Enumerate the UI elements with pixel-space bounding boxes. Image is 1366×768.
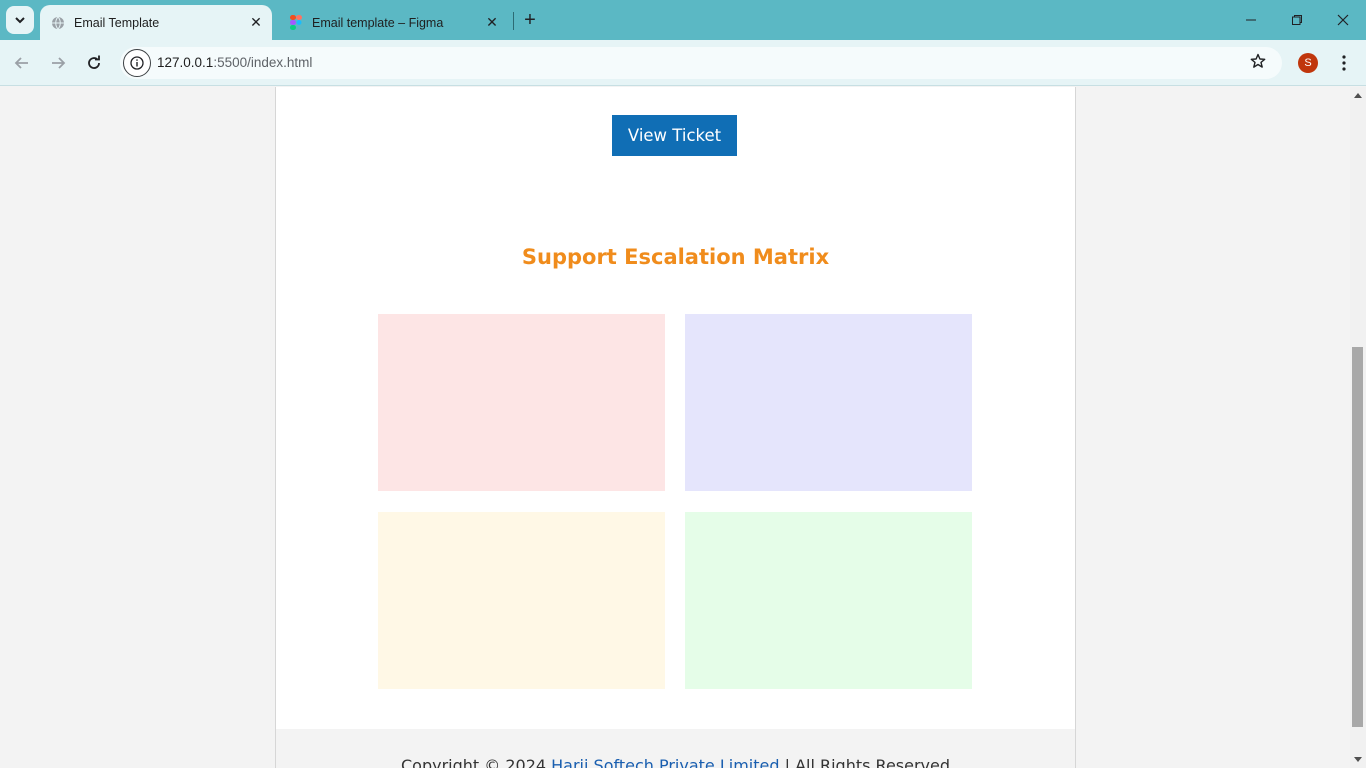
triangle-up-icon xyxy=(1354,93,1362,98)
tab-title: Email Template xyxy=(74,15,160,30)
escalation-card xyxy=(378,314,665,491)
tab-title: Email template – Figma xyxy=(312,15,444,30)
forward-button[interactable] xyxy=(44,49,72,77)
url-text: 127.0.0.1:5500/index.html xyxy=(157,55,312,70)
back-button[interactable] xyxy=(8,49,36,77)
vertical-scrollbar[interactable] xyxy=(1350,87,1366,768)
company-link[interactable]: Harji Softech Private Limited xyxy=(551,756,779,768)
email-footer: Copyright © 2024 Harji Softech Private L… xyxy=(276,729,1075,768)
url-host: 127.0.0.1 xyxy=(157,55,214,70)
arrow-right-icon xyxy=(52,57,66,69)
tab-divider xyxy=(513,12,514,30)
globe-icon xyxy=(50,15,66,31)
new-tab-button[interactable]: + xyxy=(518,8,542,32)
arrow-left-icon xyxy=(14,57,28,69)
restore-icon xyxy=(1292,15,1302,25)
close-tab-icon[interactable]: ✕ xyxy=(482,13,502,33)
tab-strip: Email Template ✕ Email template – Figma … xyxy=(0,0,1366,40)
tab-email-template[interactable]: Email Template ✕ xyxy=(40,5,272,40)
scroll-down-button[interactable] xyxy=(1350,752,1366,768)
star-icon xyxy=(1250,53,1266,68)
reload-icon xyxy=(88,55,100,69)
tab-figma[interactable]: Email template – Figma ✕ xyxy=(278,5,508,40)
copyright-prefix: Copyright © 2024 xyxy=(400,756,552,768)
bookmark-star-button[interactable] xyxy=(1247,50,1269,72)
reload-button[interactable] xyxy=(80,49,108,77)
minimize-icon xyxy=(1246,19,1256,21)
triangle-down-icon xyxy=(1354,757,1362,762)
profile-avatar[interactable]: S xyxy=(1298,53,1318,73)
copyright-suffix: | All Rights Reserved xyxy=(779,756,951,768)
copyright-text: Copyright © 2024 Harji Softech Private L… xyxy=(276,756,1075,768)
escalation-card xyxy=(685,512,972,689)
figma-icon xyxy=(288,14,304,31)
close-window-button[interactable] xyxy=(1320,0,1366,40)
chevron-down-icon xyxy=(15,17,25,24)
site-info-button[interactable] xyxy=(123,49,151,77)
escalation-card xyxy=(685,314,972,491)
tab-search-button[interactable] xyxy=(6,6,34,34)
email-container: View Ticket Support Escalation Matrix Co… xyxy=(275,87,1076,768)
scroll-up-button[interactable] xyxy=(1350,87,1366,103)
minimize-button[interactable] xyxy=(1228,0,1274,40)
view-ticket-button[interactable]: View Ticket xyxy=(612,115,737,156)
page-viewport: View Ticket Support Escalation Matrix Co… xyxy=(0,87,1350,768)
scrollbar-thumb[interactable] xyxy=(1352,347,1363,727)
escalation-matrix-title: Support Escalation Matrix xyxy=(521,245,830,269)
close-icon xyxy=(1337,14,1349,26)
url-path: :5500/index.html xyxy=(213,55,313,70)
more-vertical-icon xyxy=(1342,55,1346,71)
address-bar[interactable]: 127.0.0.1:5500/index.html xyxy=(120,47,1282,79)
browser-menu-button[interactable] xyxy=(1334,51,1354,75)
browser-toolbar: 127.0.0.1:5500/index.html S xyxy=(0,40,1366,86)
restore-button[interactable] xyxy=(1274,0,1320,40)
info-icon xyxy=(130,56,144,70)
close-tab-icon[interactable]: ✕ xyxy=(246,13,266,33)
escalation-card xyxy=(378,512,665,689)
